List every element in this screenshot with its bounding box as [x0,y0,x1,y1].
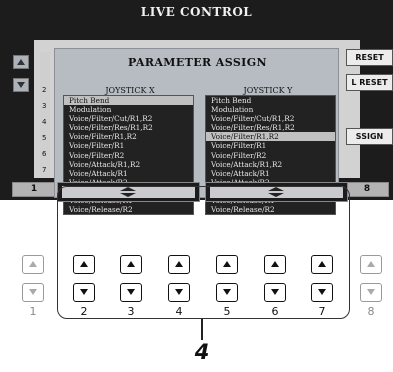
joystick-y-list-item[interactable]: Voice/Attack/R1 [206,169,335,178]
button-7-up[interactable] [311,255,333,274]
joystick-x-list-item[interactable]: Voice/Filter/Res/R1,R2 [64,123,193,132]
button-3-up[interactable] [120,255,142,274]
joystick-x-list-item[interactable]: Voice/Filter/Cut/R1,R2 [64,114,193,123]
dialog-title: PARAMETER ASSIGN [128,56,267,69]
button-7-down[interactable] [311,283,333,302]
button-8-up[interactable] [360,255,382,274]
lcd-screen: LIVE CONTROL 2 3 4 5 6 7 8 RESET L RESET SSIGN… [0,0,393,215]
assign-button[interactable]: SSIGN [346,128,393,145]
all-reset-button[interactable]: L RESET [346,74,393,91]
button-number-label: 7 [318,305,326,318]
callout-number: 4 [194,340,210,364]
background-row-number: 6 [42,150,47,158]
background-row-number: 4 [42,118,47,126]
joystick-x-list-item[interactable]: Voice/Attack/R1 [64,169,193,178]
button-1-up[interactable] [22,255,44,274]
callout-line [201,319,203,340]
screen-scroll-down-button[interactable] [13,78,29,92]
screen-title: LIVE CONTROL [140,5,253,19]
button-1-down[interactable] [22,283,44,302]
button-number-label: 3 [127,305,135,318]
background-row-number: 2 [42,86,47,94]
joystick-y-list-item[interactable]: Pitch Bend [206,96,335,105]
button-number-label: 5 [223,305,231,318]
screen-scroll-up-button[interactable] [13,55,29,69]
button-4-up[interactable] [168,255,190,274]
joystick-y-list-item[interactable]: Voice/Filter/R2 [206,151,335,160]
background-row-number: 7 [42,166,47,174]
joystick-x-list-item[interactable]: Pitch Bend [64,96,193,106]
button-2-down[interactable] [73,283,95,302]
joystick-y-list-item[interactable]: Voice/Filter/Res/R1,R2 [206,123,335,132]
joystick-y-list-item[interactable]: Voice/Filter/R1 [206,141,335,150]
bottom-tab-1[interactable]: 1 [12,182,56,197]
background-row-number: 5 [42,134,47,142]
joystick-x-list-item[interactable]: Voice/Filter/R2 [64,151,193,160]
button-number-label: 8 [367,305,375,318]
joystick-y-list-item[interactable]: Voice/Filter/R1,R2 [206,132,335,142]
button-number-label: 2 [80,305,88,318]
button-5-up[interactable] [216,255,238,274]
button-6-down[interactable] [264,283,286,302]
joystick-y-list-item[interactable]: Voice/Attack/R1,R2 [206,160,335,169]
button-8-down[interactable] [360,283,382,302]
button-number-label: 1 [29,305,37,318]
button-number-label: 6 [271,305,279,318]
joystick-x-list-item[interactable]: Voice/Filter/R1 [64,141,193,150]
parameter-assign-dialog: PARAMETER ASSIGN JOYSTICK X JOYSTICK Y P… [54,48,339,215]
button-6-up[interactable] [264,255,286,274]
joystick-y-list-item[interactable]: Voice/Filter/Cut/R1,R2 [206,114,335,123]
joystick-y-list-item[interactable]: Modulation [206,105,335,114]
button-number-label: 4 [175,305,183,318]
button-4-down[interactable] [168,283,190,302]
joystick-y-header: JOYSTICK Y [243,86,293,95]
joystick-x-header: JOYSTICK X [105,86,155,95]
background-row-number: 3 [42,102,47,110]
button-2-up[interactable] [73,255,95,274]
joystick-x-list-item[interactable]: Voice/Filter/R1,R2 [64,132,193,141]
joystick-x-list-item[interactable]: Voice/Attack/R1,R2 [64,160,193,169]
reset-button[interactable]: RESET [346,49,393,66]
callout-bracket [57,186,350,319]
joystick-x-list-item[interactable]: Modulation [64,105,193,114]
bottom-tab-8[interactable]: 8 [345,182,389,197]
button-3-down[interactable] [120,283,142,302]
button-5-down[interactable] [216,283,238,302]
